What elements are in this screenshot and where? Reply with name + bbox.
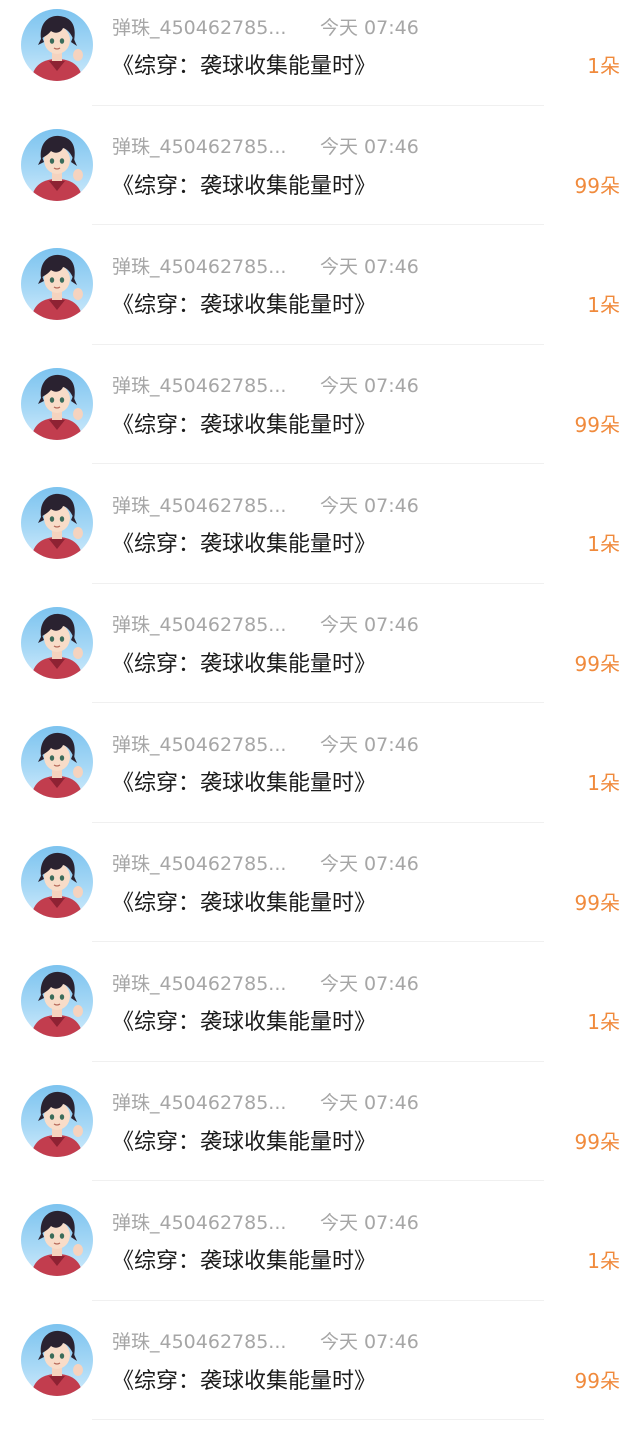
book-title[interactable]: 《综穿：袭球收集能量时》 [112, 1243, 376, 1275]
timestamp: 今天 07:46 [320, 610, 419, 637]
book-title[interactable]: 《综穿：袭球收集能量时》 [112, 1124, 376, 1156]
user-avatar-icon[interactable] [21, 487, 93, 559]
row-meta: 弹珠_450462785... 今天 07:46 [112, 1329, 419, 1353]
list-item[interactable]: 弹珠_450462785... 今天 07:46 《综穿：袭球收集能量时》 99… [0, 120, 640, 240]
username[interactable]: 弹珠_450462785... [112, 610, 298, 637]
book-title[interactable]: 《综穿：袭球收集能量时》 [112, 168, 376, 200]
gift-count: 1朵 [587, 289, 620, 318]
divider [92, 941, 544, 942]
timestamp: 今天 07:46 [320, 1327, 419, 1354]
book-title[interactable]: 《综穿：袭球收集能量时》 [112, 885, 376, 917]
row-meta: 弹珠_450462785... 今天 07:46 [112, 14, 419, 38]
book-title[interactable]: 《综穿：袭球收集能量时》 [112, 48, 376, 80]
divider [92, 583, 544, 584]
row-meta: 弹珠_450462785... 今天 07:46 [112, 134, 419, 158]
list-item[interactable]: 弹珠_450462785... 今天 07:46 《综穿：袭球收集能量时》 99… [0, 837, 640, 957]
gift-count: 99朵 [575, 648, 620, 677]
timestamp: 今天 07:46 [320, 730, 419, 757]
row-meta: 弹珠_450462785... 今天 07:46 [112, 1090, 419, 1114]
gift-count: 99朵 [575, 1365, 620, 1394]
user-avatar-icon[interactable] [21, 368, 93, 440]
user-avatar-icon[interactable] [21, 1085, 93, 1157]
list-item[interactable]: 弹珠_450462785... 今天 07:46 《综穿：袭球收集能量时》 99… [0, 359, 640, 479]
list-item[interactable]: 弹珠_450462785... 今天 07:46 《综穿：袭球收集能量时》 1朵 [0, 717, 640, 837]
user-avatar-icon[interactable] [21, 1204, 93, 1276]
gift-count: 1朵 [587, 1006, 620, 1035]
list-item[interactable]: 弹珠_450462785... 今天 07:46 《综穿：袭球收集能量时》 99… [0, 1315, 640, 1434]
username[interactable]: 弹珠_450462785... [112, 371, 298, 398]
divider [92, 1180, 544, 1181]
divider [92, 1300, 544, 1301]
username[interactable]: 弹珠_450462785... [112, 13, 298, 40]
username[interactable]: 弹珠_450462785... [112, 969, 298, 996]
gift-count: 1朵 [587, 1245, 620, 1274]
gift-count: 1朵 [587, 50, 620, 79]
user-avatar-icon[interactable] [21, 965, 93, 1037]
gift-count: 1朵 [587, 767, 620, 796]
username[interactable]: 弹珠_450462785... [112, 252, 298, 279]
username[interactable]: 弹珠_450462785... [112, 1088, 298, 1115]
timestamp: 今天 07:46 [320, 371, 419, 398]
user-avatar-icon[interactable] [21, 1324, 93, 1396]
divider [92, 822, 544, 823]
book-title[interactable]: 《综穿：袭球收集能量时》 [112, 1004, 376, 1036]
divider [92, 224, 544, 225]
timestamp: 今天 07:46 [320, 1088, 419, 1115]
username[interactable]: 弹珠_450462785... [112, 730, 298, 757]
timestamp: 今天 07:46 [320, 132, 419, 159]
timestamp: 今天 07:46 [320, 13, 419, 40]
timestamp: 今天 07:46 [320, 491, 419, 518]
user-avatar-icon[interactable] [21, 846, 93, 918]
list-item[interactable]: 弹珠_450462785... 今天 07:46 《综穿：袭球收集能量时》 1朵 [0, 0, 640, 120]
timestamp: 今天 07:46 [320, 1208, 419, 1235]
book-title[interactable]: 《综穿：袭球收集能量时》 [112, 765, 376, 797]
list-item[interactable]: 弹珠_450462785... 今天 07:46 《综穿：袭球收集能量时》 1朵 [0, 956, 640, 1076]
user-avatar-icon[interactable] [21, 607, 93, 679]
row-meta: 弹珠_450462785... 今天 07:46 [112, 373, 419, 397]
row-meta: 弹珠_450462785... 今天 07:46 [112, 253, 419, 277]
gift-count: 99朵 [575, 170, 620, 199]
row-meta: 弹珠_450462785... 今天 07:46 [112, 612, 419, 636]
divider [92, 702, 544, 703]
divider [92, 1061, 544, 1062]
book-title[interactable]: 《综穿：袭球收集能量时》 [112, 1363, 376, 1395]
list-item[interactable]: 弹珠_450462785... 今天 07:46 《综穿：袭球收集能量时》 1朵 [0, 478, 640, 598]
row-meta: 弹珠_450462785... 今天 07:46 [112, 731, 419, 755]
row-meta: 弹珠_450462785... 今天 07:46 [112, 970, 419, 994]
divider [92, 344, 544, 345]
divider [92, 1419, 544, 1420]
username[interactable]: 弹珠_450462785... [112, 849, 298, 876]
book-title[interactable]: 《综穿：袭球收集能量时》 [112, 407, 376, 439]
timestamp: 今天 07:46 [320, 252, 419, 279]
gift-count: 1朵 [587, 528, 620, 557]
user-avatar-icon[interactable] [21, 726, 93, 798]
user-avatar-icon[interactable] [21, 9, 93, 81]
gift-record-list: 弹珠_450462785... 今天 07:46 《综穿：袭球收集能量时》 1朵 [0, 0, 640, 1434]
row-meta: 弹珠_450462785... 今天 07:46 [112, 492, 419, 516]
row-meta: 弹珠_450462785... 今天 07:46 [112, 1209, 419, 1233]
list-item[interactable]: 弹珠_450462785... 今天 07:46 《综穿：袭球收集能量时》 1朵 [0, 1195, 640, 1315]
list-item[interactable]: 弹珠_450462785... 今天 07:46 《综穿：袭球收集能量时》 99… [0, 1076, 640, 1196]
username[interactable]: 弹珠_450462785... [112, 1208, 298, 1235]
book-title[interactable]: 《综穿：袭球收集能量时》 [112, 287, 376, 319]
row-meta: 弹珠_450462785... 今天 07:46 [112, 851, 419, 875]
timestamp: 今天 07:46 [320, 969, 419, 996]
username[interactable]: 弹珠_450462785... [112, 132, 298, 159]
username[interactable]: 弹珠_450462785... [112, 1327, 298, 1354]
gift-count: 99朵 [575, 887, 620, 916]
divider [92, 463, 544, 464]
gift-count: 99朵 [575, 409, 620, 438]
user-avatar-icon[interactable] [21, 129, 93, 201]
book-title[interactable]: 《综穿：袭球收集能量时》 [112, 526, 376, 558]
list-item[interactable]: 弹珠_450462785... 今天 07:46 《综穿：袭球收集能量时》 1朵 [0, 239, 640, 359]
book-title[interactable]: 《综穿：袭球收集能量时》 [112, 646, 376, 678]
gift-count: 99朵 [575, 1126, 620, 1155]
divider [92, 105, 544, 106]
timestamp: 今天 07:46 [320, 849, 419, 876]
user-avatar-icon[interactable] [21, 248, 93, 320]
username[interactable]: 弹珠_450462785... [112, 491, 298, 518]
list-item[interactable]: 弹珠_450462785... 今天 07:46 《综穿：袭球收集能量时》 99… [0, 598, 640, 718]
